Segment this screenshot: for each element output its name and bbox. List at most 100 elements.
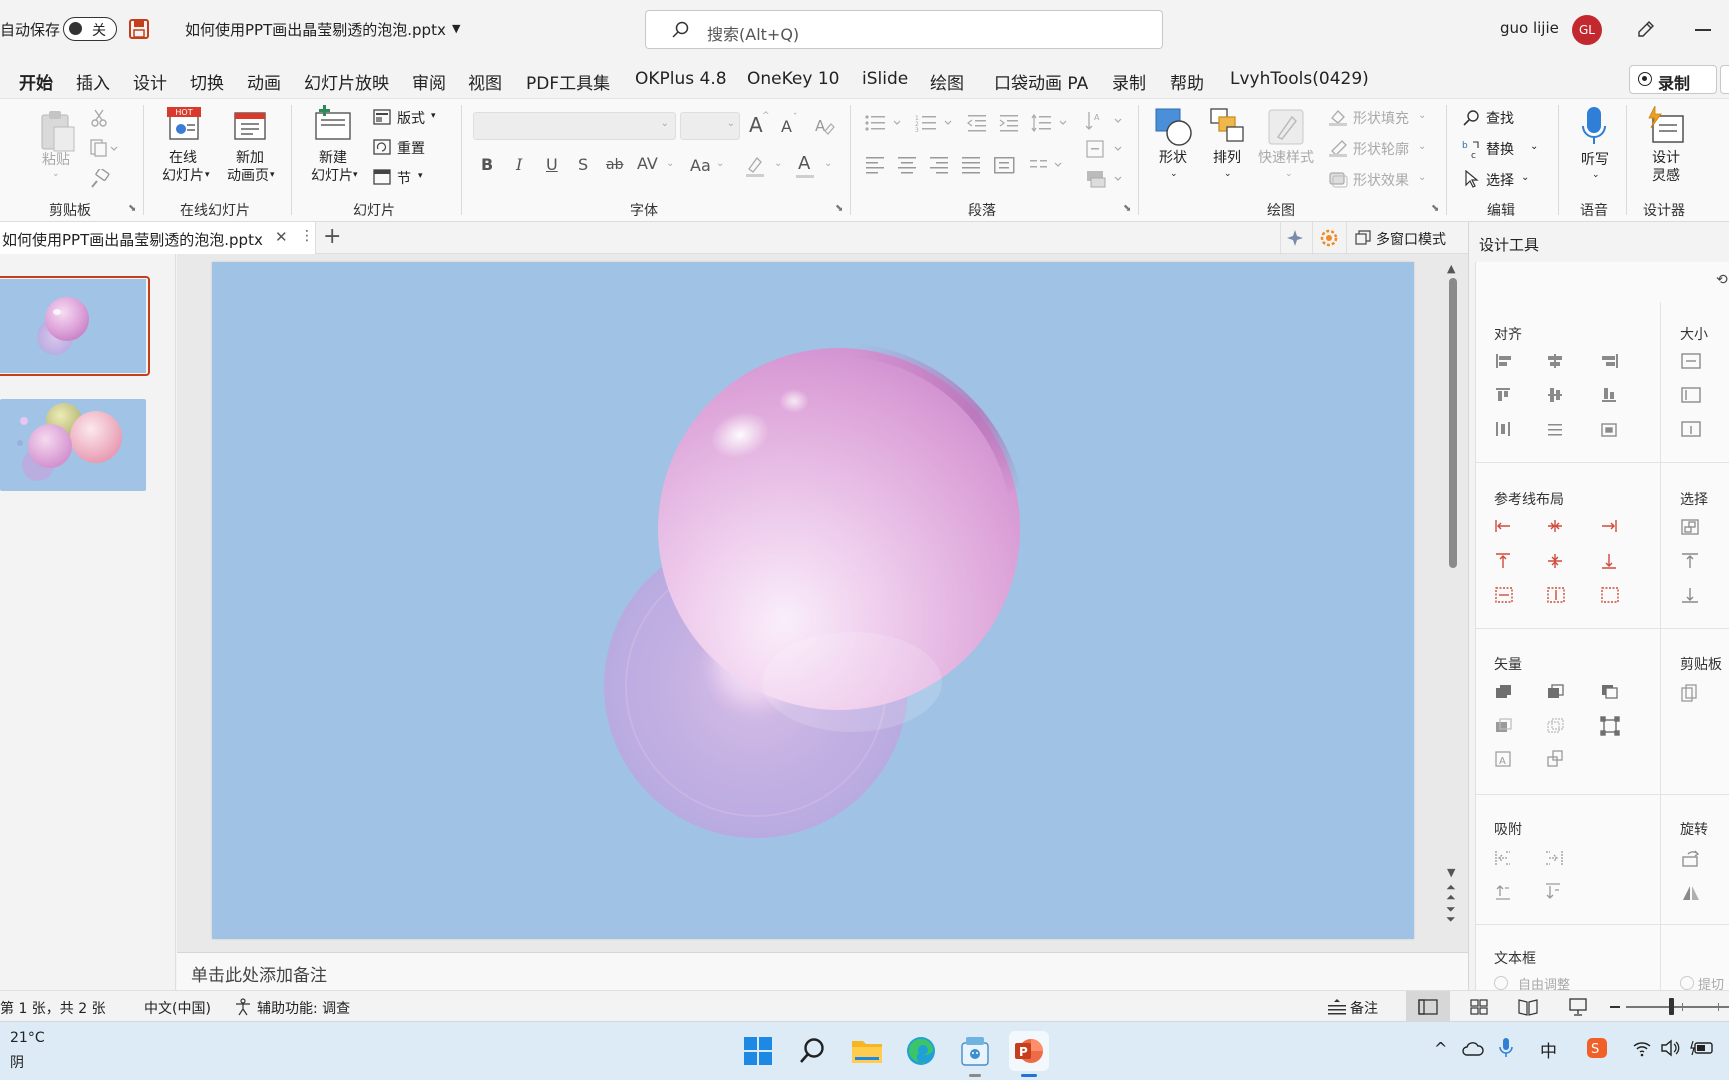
new-slide-dropdown-icon[interactable]: ▾	[353, 170, 358, 180]
new-tab-icon[interactable]: +	[323, 224, 341, 249]
align-left-icon[interactable]	[865, 155, 885, 175]
paragraph-launcher-icon[interactable]: ⬊	[1123, 203, 1131, 214]
numbering-icon[interactable]: 123	[915, 113, 955, 133]
section-dropdown-icon[interactable]: ▾	[418, 171, 423, 181]
avatar[interactable]: GL	[1572, 15, 1602, 45]
accessibility-icon[interactable]	[234, 998, 252, 1016]
title-dropdown-icon[interactable]: ▼	[452, 22, 460, 35]
reset-label[interactable]: 重置	[397, 138, 425, 158]
reset-icon[interactable]	[373, 139, 391, 155]
replace-icon[interactable]: bc	[1462, 139, 1482, 159]
char-spacing-button[interactable]: AV	[637, 154, 658, 173]
bullets-icon[interactable]	[864, 113, 904, 133]
font-launcher-icon[interactable]: ⬊	[835, 203, 843, 214]
select-dropdown-icon[interactable]: ⌄	[1521, 172, 1529, 183]
tab-review[interactable]: 审阅	[412, 69, 446, 94]
shrink-font-button[interactable]: A	[781, 117, 792, 136]
powerpoint-button[interactable]: P	[1009, 1031, 1049, 1071]
microphone-icon[interactable]	[1581, 106, 1607, 148]
search-box[interactable]: 搜索(Alt+Q)	[645, 10, 1163, 49]
ime-indicator-icon[interactable]: 中	[1540, 1037, 1557, 1062]
replace-label[interactable]: 替换	[1486, 139, 1514, 159]
new-animation-page-label-2[interactable]: 动画页	[218, 167, 278, 185]
shape-effects-icon[interactable]	[1328, 170, 1348, 188]
record-button[interactable]: 录制	[1629, 65, 1717, 94]
tab-help[interactable]: 帮助	[1170, 69, 1204, 94]
zoom-out-icon[interactable]	[1610, 1006, 1620, 1008]
paste-dropdown-icon[interactable]: ⌄	[52, 169, 60, 179]
dictate-label[interactable]: 听写	[1575, 151, 1615, 169]
tab-lvyhtools[interactable]: LvyhTools(0429)	[1230, 69, 1369, 89]
user-name[interactable]: guo lijie	[1500, 19, 1559, 37]
slideshow-icon[interactable]	[1569, 997, 1587, 1017]
shape-fill-label[interactable]: 形状填充	[1353, 108, 1409, 128]
select-tools[interactable]	[1680, 518, 1704, 604]
show-hidden-icons-icon[interactable]: ^	[1434, 1039, 1447, 1058]
quick-styles-icon[interactable]	[1266, 107, 1306, 147]
share-button[interactable]	[1720, 65, 1729, 94]
font-color-button[interactable]: A	[798, 153, 810, 174]
copy-icon[interactable]	[90, 139, 118, 157]
line-spacing-icon[interactable]	[1030, 113, 1070, 133]
sogou-input-icon[interactable]: S	[1586, 1037, 1608, 1059]
online-slides-icon[interactable]: HOT	[167, 107, 203, 143]
slide-thumbnail-2[interactable]	[0, 399, 146, 491]
justify-icon[interactable]	[961, 155, 981, 175]
tab-animations[interactable]: 动画	[247, 69, 281, 94]
live-app-button[interactable]	[955, 1031, 995, 1071]
tab-pdf-tools[interactable]: PDF工具集	[526, 69, 610, 94]
highlight-dropdown-icon[interactable]: ⌄	[774, 158, 782, 169]
document-title[interactable]: 如何使用PPT画出晶莹剔透的泡泡.pptx	[185, 19, 446, 40]
shape-fill-icon[interactable]	[1328, 108, 1348, 126]
save-icon[interactable]	[129, 19, 149, 39]
slide-sorter-icon[interactable]	[1470, 999, 1488, 1015]
change-case-button[interactable]: Aa	[690, 156, 711, 175]
cut-icon[interactable]	[90, 109, 108, 127]
online-slides-dropdown-icon[interactable]: ▾	[205, 170, 210, 180]
onedrive-icon[interactable]	[1462, 1040, 1484, 1056]
align-tools[interactable]	[1494, 352, 1634, 438]
tab-more-icon[interactable]: ⋮	[300, 228, 314, 244]
clipboard-copy-tool[interactable]	[1680, 684, 1704, 704]
tab-slideshow[interactable]: 幻灯片放映	[304, 69, 389, 94]
dictate-dropdown-icon[interactable]: ⌄	[1592, 170, 1600, 180]
new-animation-page-dropdown-icon[interactable]: ▾	[270, 170, 275, 180]
next-slide-icon[interactable]: ⏷ ⏷	[1446, 903, 1456, 925]
size-tools[interactable]	[1680, 352, 1704, 438]
settings-gear-icon[interactable]	[1320, 229, 1338, 247]
find-label[interactable]: 查找	[1486, 108, 1514, 128]
snap-tools[interactable]	[1494, 850, 1574, 902]
edge-browser-button[interactable]	[901, 1031, 941, 1071]
slide-thumbnail-1[interactable]	[0, 279, 146, 373]
file-explorer-button[interactable]	[847, 1031, 887, 1071]
shape-outline-icon[interactable]	[1328, 139, 1348, 157]
wifi-icon[interactable]	[1632, 1039, 1652, 1057]
section-icon[interactable]	[373, 169, 391, 185]
bold-button[interactable]: B	[481, 155, 493, 174]
autofit-radio[interactable]	[1494, 976, 1508, 990]
reading-view-icon[interactable]	[1518, 998, 1538, 1016]
taskbar-search-button[interactable]	[793, 1031, 833, 1071]
tab-home[interactable]: 开始	[19, 69, 53, 101]
designer-label-1[interactable]: 设计	[1646, 149, 1686, 167]
format-painter-icon[interactable]	[90, 169, 110, 189]
multi-window-icon[interactable]	[1355, 230, 1371, 246]
start-button[interactable]	[739, 1031, 779, 1071]
shape-outline-label[interactable]: 形状轮廓	[1353, 139, 1409, 159]
scroll-down-icon[interactable]: ▼	[1447, 866, 1455, 879]
shapes-label[interactable]: 形状	[1153, 149, 1193, 167]
quick-styles-label[interactable]: 快速样式	[1254, 149, 1318, 167]
font-color-dropdown-icon[interactable]: ⌄	[824, 158, 832, 169]
font-size-input[interactable]: ⌄	[680, 112, 740, 140]
close-tab-icon[interactable]: ✕	[275, 228, 288, 246]
sparkle-icon[interactable]	[1286, 229, 1304, 247]
new-slide-icon[interactable]	[313, 105, 353, 143]
shape-effects-dropdown-icon[interactable]: ⌄	[1418, 172, 1426, 183]
tab-view[interactable]: 视图	[468, 69, 502, 94]
tab-draw[interactable]: 绘图	[930, 69, 964, 94]
increase-indent-icon[interactable]	[998, 113, 1020, 133]
shape-outline-dropdown-icon[interactable]: ⌄	[1418, 141, 1426, 152]
drawing-launcher-icon[interactable]: ⬊	[1431, 203, 1439, 214]
font-name-input[interactable]: ⌄	[473, 112, 676, 140]
italic-button[interactable]: I	[516, 155, 522, 174]
